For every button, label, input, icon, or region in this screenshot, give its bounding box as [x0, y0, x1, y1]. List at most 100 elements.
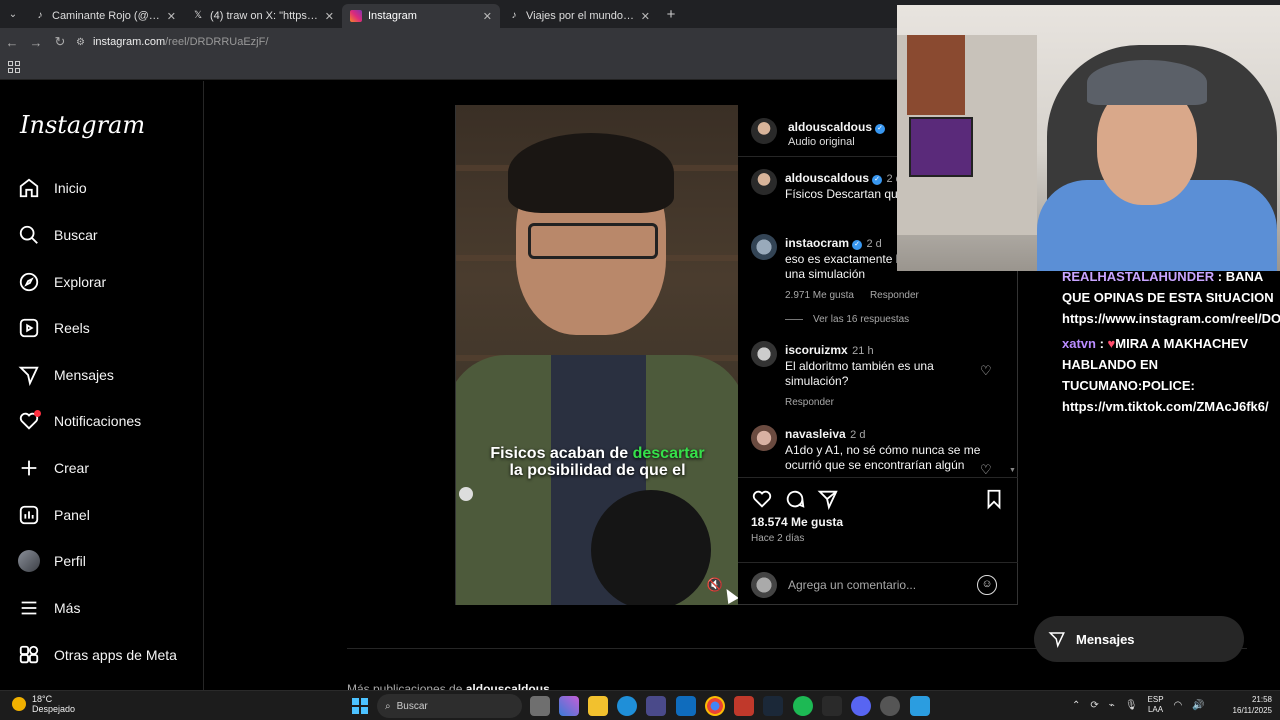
comment-username[interactable]: aldouscaldous: [785, 171, 869, 185]
notepad-icon[interactable]: [910, 696, 930, 716]
close-icon[interactable]: ✕: [641, 10, 650, 23]
outlook-icon[interactable]: [676, 696, 696, 716]
nav-crear[interactable]: Crear: [18, 451, 198, 485]
chrome-icon[interactable]: [705, 696, 725, 716]
nav-inicio[interactable]: Inicio: [18, 171, 198, 205]
comment-icon[interactable]: [784, 488, 806, 510]
nav-explorar[interactable]: Explorar: [18, 265, 198, 299]
scroll-down-arrow-icon[interactable]: ▼: [1009, 467, 1016, 474]
comment-like-heart-icon[interactable]: ♡: [980, 462, 992, 478]
author-avatar[interactable]: [751, 118, 777, 144]
nav-label: Perfil: [54, 553, 86, 569]
wifi-icon[interactable]: ◠: [1174, 700, 1183, 711]
language-indicator[interactable]: ESP LAA: [1148, 695, 1164, 715]
tab-caminante[interactable]: ♪ Caminante Rojo (@caminante.r ✕: [26, 4, 184, 28]
nav-mensajes[interactable]: Mensajes: [18, 358, 198, 392]
video-progress-dot[interactable]: [459, 487, 473, 501]
store-icon[interactable]: [646, 696, 666, 716]
messages-label: Mensajes: [1076, 631, 1135, 647]
comment-text: A1do y A1, no sé cómo nunca se me ocurri…: [785, 443, 981, 472]
emoji-icon[interactable]: ☺: [977, 575, 997, 595]
discord-icon[interactable]: [851, 696, 871, 716]
url-path: /reel/DRDRRUaEzjF/: [165, 36, 269, 48]
microphone-icon[interactable]: 🎙: [1125, 700, 1138, 711]
close-icon[interactable]: ✕: [325, 10, 334, 23]
reply-button[interactable]: Responder: [870, 290, 919, 301]
weather-widget[interactable]: 18°C Despejado: [12, 694, 75, 714]
close-icon[interactable]: ✕: [167, 10, 176, 23]
new-tab-button[interactable]: +: [658, 6, 684, 23]
app-icon[interactable]: [734, 696, 754, 716]
tab-instagram[interactable]: Instagram ✕: [342, 4, 500, 28]
commenter-avatar[interactable]: [751, 341, 777, 367]
bookmark-icon[interactable]: [983, 488, 1005, 510]
audio-label[interactable]: Audio original: [788, 136, 885, 148]
volume-icon[interactable]: 🔊: [1192, 700, 1204, 711]
stream-chat-overlay: REALHASTALAHUNDER : BANA QUE OPINAS DE E…: [1062, 266, 1280, 421]
comment-username[interactable]: instaocram: [785, 236, 849, 250]
taskbar-search[interactable]: ⌕ Buscar: [377, 694, 522, 718]
like-heart-icon[interactable]: [751, 488, 773, 510]
reel-video[interactable]: Fisicos acaban de descartar la posibilid…: [455, 105, 738, 605]
messenger-icon: [18, 364, 40, 386]
tab-x[interactable]: 𝕏 (4) traw on X: "https://t.co/4iFZ ✕: [184, 4, 342, 28]
likes-count[interactable]: 18.574 Me gusta: [751, 515, 843, 529]
file-explorer-icon[interactable]: [588, 696, 608, 716]
compass-icon: [18, 271, 40, 293]
search-icon: [18, 224, 40, 246]
spotify-icon[interactable]: [793, 696, 813, 716]
tab-search-button[interactable]: ⌄: [0, 0, 26, 28]
author-avatar[interactable]: [751, 169, 777, 195]
chat-message: REALHASTALAHUNDER : BANA QUE OPINAS DE E…: [1062, 266, 1280, 329]
messages-button[interactable]: Mensajes: [1034, 616, 1244, 662]
wall-screen: [909, 117, 973, 177]
nav-notificaciones[interactable]: Notificaciones: [18, 404, 198, 438]
comment-username[interactable]: iscoruizmx: [785, 343, 848, 357]
webcam-overlay: [897, 5, 1280, 271]
nav-mas[interactable]: Más: [18, 591, 198, 625]
comment-username[interactable]: navasleiva: [785, 427, 846, 441]
network-icon[interactable]: ⌁: [1109, 700, 1115, 711]
nav-otras-apps[interactable]: Otras apps de Meta: [18, 638, 198, 672]
post-actions: 18.574 Me gusta Hace 2 días Agrega un co…: [738, 477, 1018, 605]
comment-likes: 2.971 Me gusta: [785, 290, 854, 301]
reload-button[interactable]: ↻: [48, 34, 72, 50]
sync-icon[interactable]: ⟳: [1090, 700, 1098, 711]
instagram-logo[interactable]: Instagram: [20, 111, 145, 139]
back-button[interactable]: ←: [0, 35, 24, 50]
commenter-avatar[interactable]: [751, 425, 777, 451]
comment-input[interactable]: Agrega un comentario...: [788, 578, 916, 592]
author-username[interactable]: aldouscaldous: [788, 120, 872, 134]
nav-label: Inicio: [54, 180, 87, 196]
nav-perfil[interactable]: Perfil: [18, 544, 198, 578]
obs-icon[interactable]: [880, 696, 900, 716]
task-view-icon[interactable]: [530, 696, 550, 716]
clock[interactable]: 21:58 16/11/2025: [1224, 694, 1272, 716]
reply-button[interactable]: Responder: [785, 397, 834, 408]
view-replies-button[interactable]: Ver las 16 respuestas: [785, 314, 909, 325]
search-icon: ⌕: [385, 700, 391, 712]
verified-icon: ✓: [875, 124, 886, 134]
steam-icon[interactable]: [763, 696, 783, 716]
copilot-icon[interactable]: [559, 696, 579, 716]
nav-reels[interactable]: Reels: [18, 311, 198, 345]
address-bar[interactable]: ⚙ instagram.com/reel/DRDRRUaEzjF/: [76, 36, 268, 48]
share-icon[interactable]: [817, 488, 839, 511]
chevron-up-icon[interactable]: ⌃: [1072, 700, 1080, 711]
tab-viajes[interactable]: ♪ Viajes por el mundo: Miedo de ✕: [500, 4, 658, 28]
tab-label: (4) traw on X: "https://t.co/4iFZ: [210, 10, 319, 22]
app-icon[interactable]: [822, 696, 842, 716]
tab-label: Caminante Rojo (@caminante.r: [52, 10, 161, 22]
close-icon[interactable]: ✕: [483, 10, 492, 23]
forward-button[interactable]: →: [24, 35, 48, 50]
windows-start-icon[interactable]: [352, 698, 368, 714]
comment-like-heart-icon[interactable]: ♡: [980, 363, 992, 379]
nav-panel[interactable]: Panel: [18, 498, 198, 532]
site-info-icon[interactable]: ⚙: [76, 37, 85, 48]
nav-buscar[interactable]: Buscar: [18, 218, 198, 252]
apps-grid-icon[interactable]: [8, 61, 20, 73]
commenter-avatar[interactable]: [751, 234, 777, 260]
edge-icon[interactable]: [617, 696, 637, 716]
verified-icon: ✓: [852, 240, 863, 250]
verified-icon: ✓: [872, 175, 883, 185]
